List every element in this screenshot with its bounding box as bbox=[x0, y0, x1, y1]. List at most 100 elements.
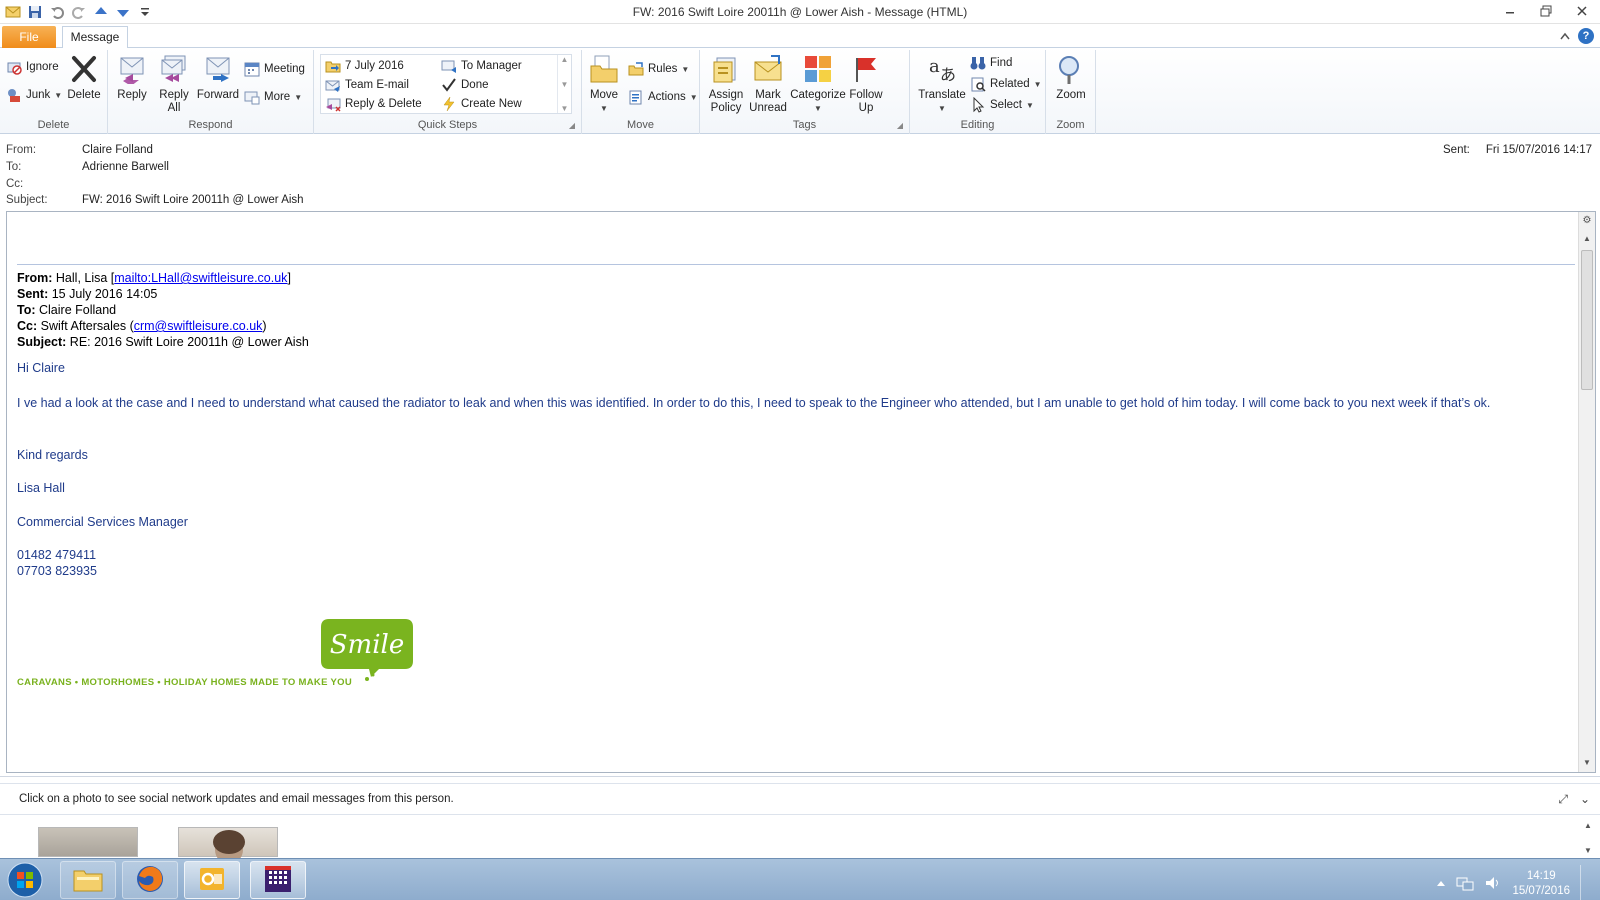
delete-icon bbox=[67, 52, 101, 86]
minimize-ribbon-icon[interactable] bbox=[1560, 29, 1570, 43]
message-body[interactable]: From: Hall, Lisa [mailto:LHall@swiftleis… bbox=[6, 211, 1596, 773]
forward-button[interactable]: Forward bbox=[196, 52, 240, 102]
zoom-button[interactable]: Zoom bbox=[1052, 52, 1090, 102]
taskbar-app[interactable] bbox=[250, 861, 306, 899]
related-button[interactable]: Related ▼ bbox=[970, 75, 1042, 93]
quick-steps-scrollbar[interactable]: ▲ ▼ ▼ bbox=[557, 55, 571, 113]
fwd-subject-value: RE: 2016 Swift Loire 20011h @ Lower Aish bbox=[69, 335, 309, 349]
chevron-down-icon[interactable]: ⌄ bbox=[1580, 792, 1590, 807]
actions-icon bbox=[628, 89, 644, 105]
fwd-from-email-link[interactable]: mailto:LHall@swiftleisure.co.uk bbox=[114, 271, 287, 285]
reading-pane-options-icon[interactable]: ⚙ bbox=[1579, 214, 1595, 228]
categorize-label: Categorize bbox=[790, 89, 846, 101]
reply-button[interactable]: Reply bbox=[114, 52, 150, 102]
ignore-button[interactable]: Ignore bbox=[6, 58, 59, 76]
people-pane-scrollbar[interactable]: ▲ ▼ bbox=[1582, 821, 1594, 855]
scroll-up-icon[interactable]: ▲ bbox=[1584, 821, 1592, 830]
help-icon[interactable]: ? bbox=[1578, 28, 1594, 44]
mark-unread-button[interactable]: Mark Unread bbox=[748, 52, 788, 115]
taskbar-firefox[interactable] bbox=[122, 861, 178, 899]
quickstep-label: 7 July 2016 bbox=[345, 60, 404, 72]
scroll-up-icon[interactable]: ▲ bbox=[1579, 232, 1595, 246]
smile-logo: Smile bbox=[319, 617, 415, 681]
to-value[interactable]: Adrienne Barwell bbox=[82, 161, 169, 173]
scroll-down-icon[interactable]: ▼ bbox=[1579, 756, 1595, 770]
quick-steps-gallery: 7 July 2016 Team E-mail Reply & Delete T… bbox=[320, 54, 572, 114]
categorize-button[interactable]: Categorize ▼ bbox=[790, 52, 846, 115]
related-label: Related bbox=[990, 78, 1030, 90]
quickstep-done[interactable]: Done bbox=[441, 76, 489, 94]
close-button[interactable] bbox=[1564, 0, 1600, 22]
fwd-from-line: From: Hall, Lisa [mailto:LHall@swiftleis… bbox=[17, 270, 309, 286]
network-icon[interactable] bbox=[1456, 875, 1474, 894]
meeting-button[interactable]: Meeting bbox=[244, 60, 305, 78]
follow-up-button[interactable]: Follow Up bbox=[846, 52, 886, 115]
team-email-icon bbox=[325, 77, 341, 93]
chevron-down-icon: ▼ bbox=[938, 104, 946, 113]
fwd-to-value: Claire Folland bbox=[39, 303, 117, 317]
svg-text:a: a bbox=[929, 56, 940, 77]
title-bar: FW: 2016 Swift Loire 20011h @ Lower Aish… bbox=[0, 0, 1600, 24]
taskbar-explorer[interactable] bbox=[60, 861, 116, 899]
quickstep-to-manager[interactable]: To Manager bbox=[441, 57, 522, 75]
cc-label: Cc: bbox=[6, 178, 24, 190]
scroll-down-icon[interactable]: ▼ bbox=[561, 80, 569, 89]
expand-gallery-icon[interactable]: ▼ bbox=[561, 104, 569, 113]
zoom-group: Zoom Zoom bbox=[1046, 50, 1096, 134]
show-desktop-button[interactable] bbox=[1580, 865, 1590, 900]
assign-policy-button[interactable]: Assign Policy bbox=[706, 52, 746, 115]
quickstep-label: Team E-mail bbox=[345, 79, 409, 91]
message-scrollbar[interactable]: ⚙ ▲ ▼ bbox=[1578, 212, 1595, 772]
dialog-launcher-icon[interactable]: ◢ bbox=[897, 121, 903, 130]
quick-steps-group-label: Quick Steps bbox=[417, 119, 478, 131]
zoom-group-label: Zoom bbox=[1056, 119, 1085, 131]
reply-icon bbox=[115, 52, 149, 86]
people-pane-header: Click on a photo to see social network u… bbox=[0, 783, 1600, 815]
expand-icon[interactable]: ⤢ bbox=[1558, 792, 1568, 807]
from-value[interactable]: Claire Folland bbox=[82, 144, 153, 156]
logo-word: Smile bbox=[330, 630, 404, 660]
signature-role: Commercial Services Manager bbox=[17, 515, 188, 529]
more-respond-button[interactable]: More ▼ bbox=[244, 88, 302, 106]
follow-up-label-1: Follow bbox=[849, 89, 883, 101]
find-button[interactable]: Find bbox=[970, 54, 1012, 72]
quickstep-create-new[interactable]: Create New bbox=[441, 95, 522, 113]
minimize-button[interactable] bbox=[1492, 0, 1528, 22]
header-from-row: From: Claire Folland bbox=[6, 144, 153, 156]
tab-message[interactable]: Message bbox=[62, 26, 128, 49]
scroll-down-icon[interactable]: ▼ bbox=[1584, 846, 1592, 855]
lightning-icon bbox=[441, 96, 457, 112]
quickstep-label: To Manager bbox=[461, 60, 522, 72]
fwd-cc-name: Swift Aftersales ( bbox=[40, 319, 134, 333]
move-button[interactable]: Move ▼ bbox=[586, 52, 622, 115]
fwd-cc-email-link[interactable]: crm@swiftleisure.co.uk bbox=[134, 319, 263, 333]
translate-button[interactable]: aあ Translate ▼ bbox=[916, 52, 968, 115]
scroll-up-icon[interactable]: ▲ bbox=[561, 55, 569, 64]
contact-photo[interactable] bbox=[38, 827, 138, 857]
dialog-launcher-icon[interactable]: ◢ bbox=[569, 121, 575, 130]
select-button[interactable]: Select ▼ bbox=[970, 96, 1034, 114]
header-cc-row: Cc: bbox=[6, 178, 82, 190]
show-hidden-icons-icon[interactable] bbox=[1436, 878, 1446, 890]
quickstep-team-email[interactable]: Team E-mail bbox=[325, 76, 409, 94]
taskbar-outlook[interactable] bbox=[184, 861, 240, 899]
junk-button[interactable]: Junk ▼ bbox=[6, 86, 62, 104]
chevron-down-icon: ▼ bbox=[600, 104, 608, 113]
quickstep-label: Create New bbox=[461, 98, 522, 110]
delete-button[interactable]: Delete bbox=[64, 52, 104, 102]
actions-button[interactable]: Actions ▼ bbox=[628, 88, 698, 106]
scroll-thumb[interactable] bbox=[1581, 250, 1593, 390]
start-button[interactable] bbox=[5, 861, 45, 899]
tab-file[interactable]: File bbox=[2, 26, 56, 48]
reply-all-button[interactable]: Reply All bbox=[156, 52, 192, 115]
sent-value: Fri 15/07/2016 14:17 bbox=[1485, 144, 1592, 156]
quickstep-reply-delete[interactable]: Reply & Delete bbox=[325, 95, 422, 113]
contact-photo[interactable] bbox=[178, 827, 278, 864]
quickstep-7-july-2016[interactable]: 7 July 2016 bbox=[325, 57, 404, 75]
rules-button[interactable]: Rules ▼ bbox=[628, 60, 689, 78]
volume-icon[interactable] bbox=[1484, 875, 1502, 894]
restore-button[interactable] bbox=[1528, 0, 1564, 22]
clock[interactable]: 14:19 15/07/2016 bbox=[1512, 869, 1570, 899]
firefox-icon bbox=[135, 864, 165, 897]
rules-icon bbox=[628, 61, 644, 77]
